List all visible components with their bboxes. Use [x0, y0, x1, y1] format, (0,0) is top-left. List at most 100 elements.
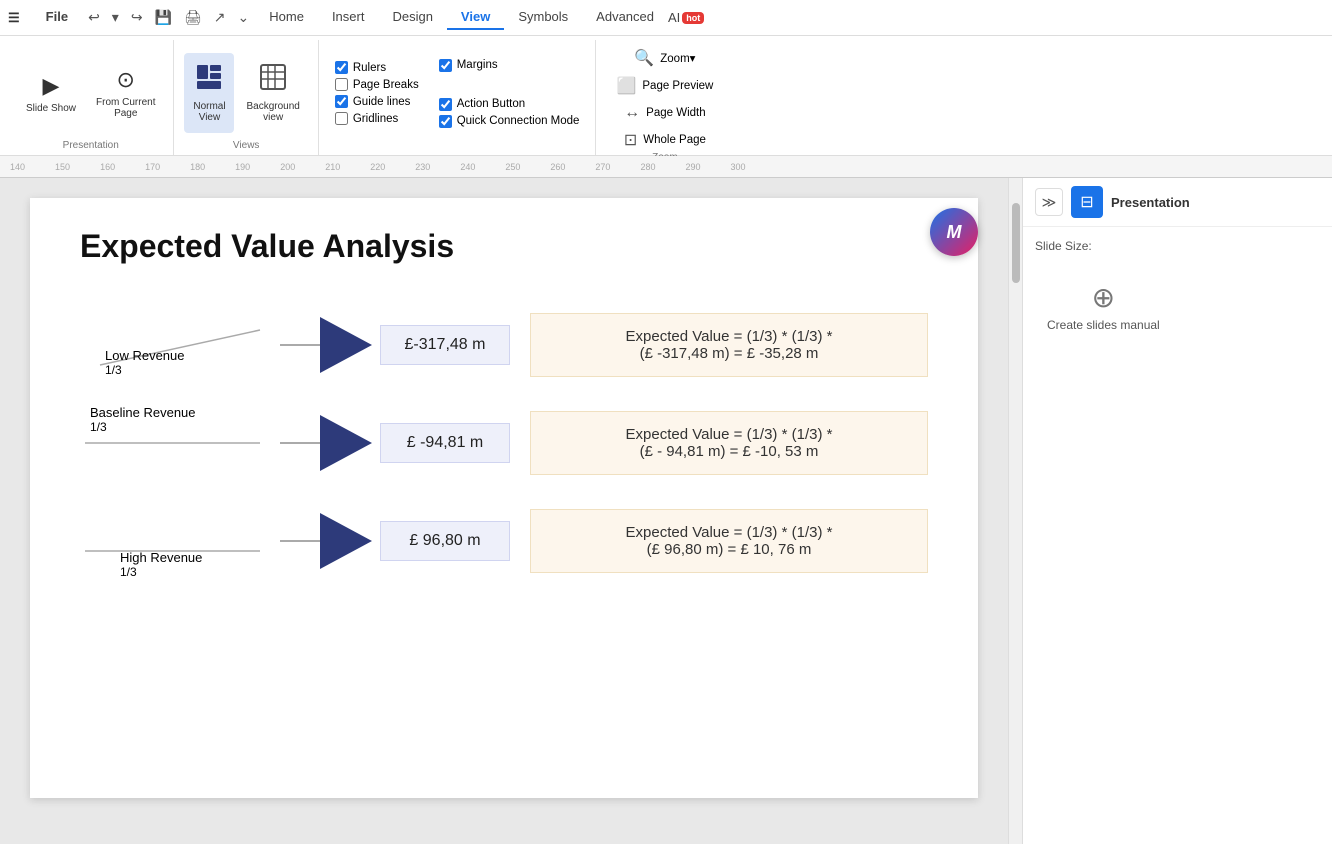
ribbon-group-presentation: ▶ Slide Show ⊙ From Current Page Present… — [8, 40, 174, 155]
tab-home[interactable]: Home — [255, 5, 318, 30]
zoom-buttons: 🔍 Zoom▾ ⬜ Page Preview ↔ Page Width ⊡ Wh… — [612, 40, 717, 152]
action-button-checkbox[interactable] — [439, 98, 452, 111]
margins-checkbox[interactable] — [439, 59, 452, 72]
gridlines-checkbox[interactable] — [335, 112, 348, 125]
create-slides-icon: ⊕ — [1092, 281, 1115, 314]
low-revenue-label: Low Revenue 1/3 — [105, 348, 185, 377]
page-width-icon: ↔ — [624, 104, 640, 122]
views-group-label: Views — [233, 140, 260, 155]
page-title: Expected Value Analysis — [80, 228, 928, 265]
canvas-area[interactable]: M Expected Value Analysis Low Revenue — [0, 178, 1008, 844]
normal-view-button[interactable]: Normal View — [184, 53, 234, 133]
high-revenue-arrow — [280, 513, 372, 569]
titlebar: ☰ File ↩ ▾ ↪ 💾 🖨 ↗ ⌄ Home Insert Design … — [0, 0, 1332, 36]
zoom-label: Zoom▾ — [660, 51, 695, 65]
slide-show-label: Slide Show — [26, 103, 76, 114]
scrollbar[interactable] — [1008, 178, 1022, 844]
tab-advanced[interactable]: Advanced — [582, 5, 668, 30]
menu-icon[interactable]: ☰ — [8, 10, 20, 26]
low-revenue-fraction: 1/3 — [105, 363, 185, 377]
rulers-checkbox-row[interactable]: Rulers — [335, 61, 419, 74]
save-button[interactable]: 💾 — [149, 5, 178, 30]
page-breaks-checkbox-row[interactable]: Page Breaks — [335, 78, 419, 91]
more-button[interactable]: ⌄ — [232, 5, 256, 30]
low-revenue-ev: Expected Value = (1/3) * (1/3) * (£ -317… — [530, 313, 928, 377]
tab-view[interactable]: View — [447, 5, 504, 30]
presentation-group-label: Presentation — [63, 140, 119, 155]
action-button-checkbox-row[interactable]: Action Button — [439, 98, 580, 111]
guide-lines-checkbox[interactable] — [335, 95, 348, 108]
baseline-revenue-name: Baseline Revenue — [90, 405, 196, 420]
slide-size-label: Slide Size: — [1035, 239, 1320, 253]
gridlines-label: Gridlines — [353, 113, 398, 125]
quick-connection-label: Quick Connection Mode — [457, 115, 580, 127]
undo-dropdown[interactable]: ▾ — [106, 5, 125, 30]
baseline-revenue-label: Baseline Revenue 1/3 — [90, 405, 196, 434]
background-view-label: Background view — [246, 101, 299, 123]
current-page-icon: ⊙ — [117, 67, 135, 93]
tab-ai[interactable]: AI hot — [668, 10, 704, 25]
slide-show-button[interactable]: ▶ Slide Show — [18, 53, 84, 133]
tab-design[interactable]: Design — [378, 5, 446, 30]
share-button[interactable]: ↗ — [208, 5, 232, 30]
low-revenue-arrow — [280, 317, 372, 373]
quick-connection-checkbox-row[interactable]: Quick Connection Mode — [439, 115, 580, 128]
action-button-label: Action Button — [457, 98, 525, 110]
page-preview-button[interactable]: ⬜ Page Preview — [612, 74, 717, 98]
page-breaks-checkbox[interactable] — [335, 78, 348, 91]
ribbon-group-display: Rulers Page Breaks Guide lines Gridlines — [319, 40, 597, 155]
from-current-label: From Current Page — [96, 97, 155, 119]
main-area: M Expected Value Analysis Low Revenue — [0, 178, 1332, 844]
whole-page-icon: ⊡ — [624, 130, 637, 150]
scrollbar-thumb[interactable] — [1012, 203, 1020, 283]
tab-insert[interactable]: Insert — [318, 5, 379, 30]
margins-checkbox-row[interactable]: Margins — [439, 59, 580, 72]
panel-expand-button[interactable]: ≫ — [1035, 188, 1063, 216]
tab-symbols[interactable]: Symbols — [504, 5, 582, 30]
whole-page-button[interactable]: ⊡ Whole Page — [620, 128, 710, 152]
background-view-icon — [259, 63, 287, 97]
page-preview-label: Page Preview — [642, 80, 713, 92]
diagram: Low Revenue 1/3 £-317,48 m Expected — [80, 305, 928, 581]
high-revenue-label: High Revenue 1/3 — [120, 550, 202, 579]
ribbon-group-zoom: 🔍 Zoom▾ ⬜ Page Preview ↔ Page Width ⊡ Wh… — [596, 40, 733, 155]
normal-view-label: Normal View — [193, 101, 225, 123]
whole-page-label: Whole Page — [643, 134, 706, 146]
gridlines-checkbox-row[interactable]: Gridlines — [335, 112, 419, 125]
normal-view-icon — [195, 63, 223, 97]
view-buttons: Normal View Background view — [184, 40, 307, 140]
panel-slide-icon[interactable]: ⊟ — [1071, 186, 1103, 218]
background-view-button[interactable]: Background view — [238, 53, 307, 133]
rulers-label: Rulers — [353, 62, 386, 74]
right-panel: ≫ ⊟ Presentation Slide Size: ⊕ Create sl… — [1022, 178, 1332, 844]
baseline-revenue-arrow — [280, 415, 372, 471]
undo-button[interactable]: ↩ — [82, 5, 106, 30]
ruler: // Ruler marks will be generated by JS b… — [0, 156, 1332, 178]
high-revenue-ev: Expected Value = (1/3) * (1/3) * (£ 96,8… — [530, 509, 928, 573]
ribbon: ▶ Slide Show ⊙ From Current Page Present… — [0, 36, 1332, 156]
hot-badge: hot — [682, 12, 704, 24]
create-slides-label: Create slides manual — [1047, 318, 1160, 332]
rulers-checkbox[interactable] — [335, 61, 348, 74]
low-revenue-value: £-317,48 m — [380, 325, 510, 365]
tab-file[interactable]: File — [32, 5, 82, 30]
from-current-page-button[interactable]: ⊙ From Current Page — [88, 53, 163, 133]
canvas-page: Expected Value Analysis Low Revenue 1/3 — [30, 198, 978, 798]
create-slides-button[interactable]: ⊕ Create slides manual — [1035, 269, 1172, 344]
ai-assistant-button[interactable]: M — [930, 208, 978, 256]
panel-body: Slide Size: ⊕ Create slides manual — [1023, 227, 1332, 844]
low-revenue-triangle — [320, 317, 372, 373]
zoom-button[interactable]: 🔍 Zoom▾ — [630, 46, 699, 70]
display-col-1: Rulers Page Breaks Guide lines Gridlines — [335, 61, 419, 125]
high-revenue-fraction: 1/3 — [120, 565, 202, 579]
high-revenue-name: High Revenue — [120, 550, 202, 565]
guide-lines-checkbox-row[interactable]: Guide lines — [335, 95, 419, 108]
quick-connection-checkbox[interactable] — [439, 115, 452, 128]
redo-button[interactable]: ↪ — [125, 5, 149, 30]
baseline-revenue-value: £ -94,81 m — [380, 423, 510, 463]
ribbon-group-views: Normal View Background view Views — [174, 40, 318, 155]
page-width-button[interactable]: ↔ Page Width — [620, 102, 709, 124]
print-button[interactable]: 🖨 — [178, 5, 208, 30]
page-preview-icon: ⬜ — [616, 76, 636, 96]
display-checkboxes: Rulers Page Breaks Guide lines Gridlines — [335, 40, 580, 140]
